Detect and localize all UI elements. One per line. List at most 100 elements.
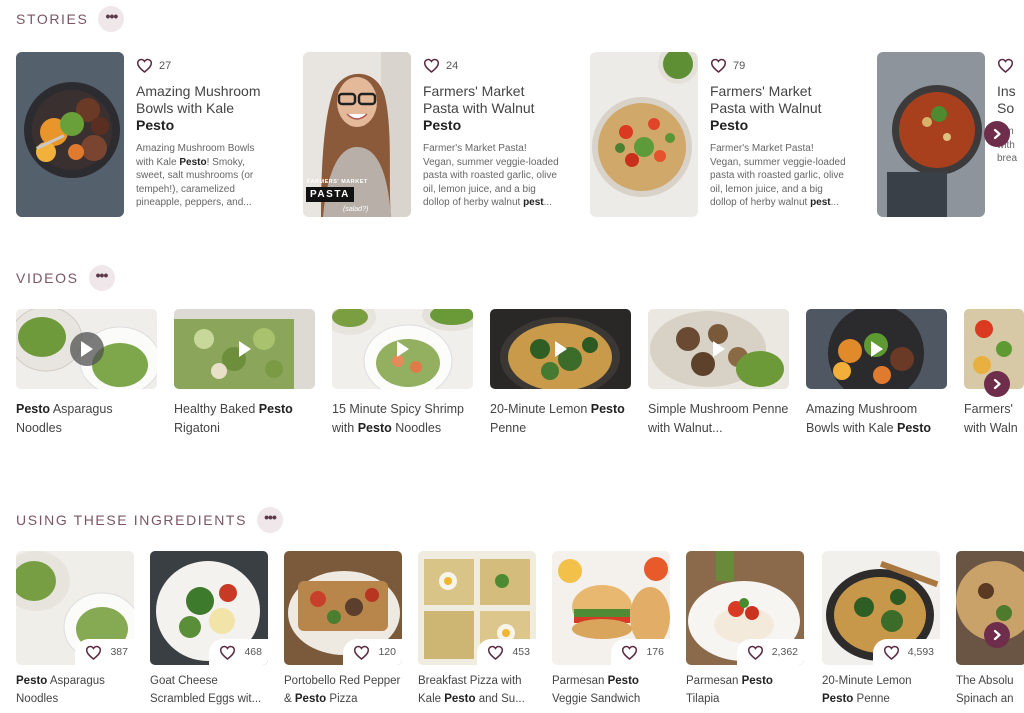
recipe-title[interactable]: Goat Cheese Scrambled Eggs wit... [150, 673, 268, 708]
recipe-image[interactable]: 120 [284, 551, 402, 665]
like-count: 27 [159, 59, 172, 72]
story-image[interactable]: FARMERS' MARKET PASTA (salad?) [303, 52, 411, 217]
story-title[interactable]: Amazing Mushroom Bowls with Kale Pesto [136, 83, 272, 134]
video-thumbnail[interactable] [648, 309, 789, 389]
story-title[interactable]: Farmers' Market Pasta with Walnut Pesto [710, 83, 846, 134]
play-icon[interactable] [238, 341, 251, 357]
video-thumbnail[interactable] [16, 309, 157, 389]
heart-icon[interactable] [621, 645, 638, 660]
video-thumbnail[interactable] [490, 309, 631, 389]
video-title[interactable]: 20-Minute Lemon Pesto Penne [490, 400, 632, 437]
play-icon[interactable] [870, 341, 883, 357]
stories-more-button[interactable]: ••• [98, 6, 125, 32]
heart-icon[interactable] [353, 645, 370, 660]
video-title[interactable]: Healthy Baked Pesto Rigatoni [174, 400, 316, 437]
video-title[interactable]: 15 Minute Spicy Shrimp with Pesto Noodle… [332, 400, 474, 437]
recipe-title[interactable]: Breakfast Pizza with Kale Pesto and Su..… [418, 673, 536, 708]
story-image[interactable] [590, 52, 698, 217]
heart-icon[interactable] [710, 58, 727, 73]
likes[interactable]: 468 [209, 639, 268, 665]
heart-icon[interactable] [883, 645, 900, 660]
video-title[interactable]: Amazing Mushroom Bowls with Kale Pesto [806, 400, 948, 437]
like-count: 79 [733, 59, 746, 72]
heart-icon[interactable] [423, 58, 440, 73]
more-icon: ••• [105, 8, 119, 24]
likes[interactable]: 79 [710, 58, 846, 73]
video-thumbnail[interactable] [332, 309, 473, 389]
recipe-title[interactable]: Parmesan Pesto Veggie Sandwich [552, 673, 670, 708]
recipe-image[interactable]: 468 [150, 551, 268, 665]
story-title[interactable]: Farmers' Market Pasta with Walnut Pesto [423, 83, 559, 134]
stories-row: 27 Amazing Mushroom Bowls with Kale Pest… [16, 52, 1024, 222]
likes[interactable]: 2,362 [736, 639, 804, 665]
recipe-title[interactable]: Pesto Asparagus Noodles [16, 673, 134, 708]
story-title[interactable]: Ins So [997, 83, 1024, 117]
heart-icon[interactable] [997, 58, 1014, 73]
likes[interactable] [997, 58, 1024, 73]
recipe-image[interactable]: 453 [418, 551, 536, 665]
recipe-image[interactable]: 4,593 [822, 551, 940, 665]
video-card[interactable]: 15 Minute Spicy Shrimp with Pesto Noodle… [332, 309, 474, 437]
story-description: Farmer's Market Pasta! Vegan, summer veg… [710, 143, 846, 208]
video-thumbnail[interactable] [806, 309, 947, 389]
video-card[interactable]: Pesto Asparagus Noodles [16, 309, 158, 437]
heart-icon[interactable] [136, 58, 153, 73]
likes[interactable]: 387 [75, 639, 134, 665]
likes[interactable]: 4,593 [872, 639, 940, 665]
recipe-title[interactable]: The Absolu Spinach an [956, 673, 1022, 708]
video-thumbnail[interactable] [174, 309, 315, 389]
likes[interactable]: 176 [611, 639, 670, 665]
video-card[interactable]: Amazing Mushroom Bowls with Kale Pesto [806, 309, 948, 437]
videos-next-button[interactable] [984, 371, 1010, 397]
likes[interactable]: 453 [477, 639, 536, 665]
ingredient-card[interactable]: 453 Breakfast Pizza with Kale Pesto and … [418, 551, 536, 708]
video-title[interactable]: Simple Mushroom Penne with Walnut... [648, 400, 790, 437]
like-count: 4,593 [907, 646, 934, 658]
like-count: 468 [244, 646, 262, 658]
recipe-title[interactable]: 20-Minute Lemon Pesto Penne [822, 673, 940, 708]
likes[interactable]: 120 [343, 639, 402, 665]
story-image[interactable] [16, 52, 124, 217]
ingredient-card[interactable]: 4,593 20-Minute Lemon Pesto Penne [822, 551, 940, 708]
ingredients-more-button[interactable]: ••• [257, 507, 284, 533]
heart-icon[interactable] [219, 645, 236, 660]
story-card[interactable]: 27 Amazing Mushroom Bowls with Kale Pest… [16, 52, 286, 222]
videos-header: VIDEOS ••• [16, 265, 115, 291]
recipe-title[interactable]: Portobello Red Pepper & Pesto Pizza [284, 673, 402, 708]
recipe-title[interactable]: Parmesan Pesto Tilapia [686, 673, 804, 708]
heart-icon[interactable] [747, 645, 764, 660]
ingredient-card[interactable]: 120 Portobello Red Pepper & Pesto Pizza [284, 551, 402, 708]
recipe-image[interactable]: 176 [552, 551, 670, 665]
ingredients-title: USING THESE INGREDIENTS [16, 512, 248, 528]
story-badge: PASTA [306, 187, 354, 202]
stories-next-button[interactable] [984, 121, 1010, 147]
play-icon[interactable] [80, 341, 93, 357]
ingredients-next-button[interactable] [984, 622, 1010, 648]
story-card[interactable]: 79 Farmers' Market Pasta with Walnut Pes… [590, 52, 860, 222]
heart-icon[interactable] [487, 645, 504, 660]
ingredient-card[interactable]: 468 Goat Cheese Scrambled Eggs wit... [150, 551, 268, 708]
like-count: 453 [512, 646, 530, 658]
play-icon[interactable] [712, 341, 725, 357]
ingredient-card[interactable]: 176 Parmesan Pesto Veggie Sandwich [552, 551, 670, 708]
likes[interactable]: 24 [423, 58, 559, 73]
ingredients-header: USING THESE INGREDIENTS ••• [16, 507, 284, 533]
ingredient-card[interactable]: 387 Pesto Asparagus Noodles [16, 551, 134, 708]
video-card[interactable]: 20-Minute Lemon Pesto Penne [490, 309, 632, 437]
ingredient-card[interactable]: 2,362 Parmesan Pesto Tilapia [686, 551, 804, 708]
likes[interactable]: 27 [136, 58, 272, 73]
heart-icon[interactable] [85, 645, 102, 660]
video-title[interactable]: Pesto Asparagus Noodles [16, 400, 158, 437]
story-card[interactable]: FARMERS' MARKET PASTA (salad?) 24 Farmer… [303, 52, 573, 222]
play-icon[interactable] [396, 341, 409, 357]
video-card[interactable]: Simple Mushroom Penne with Walnut... [648, 309, 790, 437]
video-title[interactable]: Farmers' with Waln [964, 400, 1024, 437]
recipe-image[interactable] [956, 551, 1024, 665]
play-icon[interactable] [554, 341, 567, 357]
story-badge-top: FARMERS' MARKET [307, 179, 368, 185]
recipe-image[interactable]: 2,362 [686, 551, 804, 665]
video-card[interactable]: Healthy Baked Pesto Rigatoni [174, 309, 316, 437]
recipe-image[interactable]: 387 [16, 551, 134, 665]
videos-more-button[interactable]: ••• [88, 265, 115, 291]
story-image[interactable] [877, 52, 985, 217]
